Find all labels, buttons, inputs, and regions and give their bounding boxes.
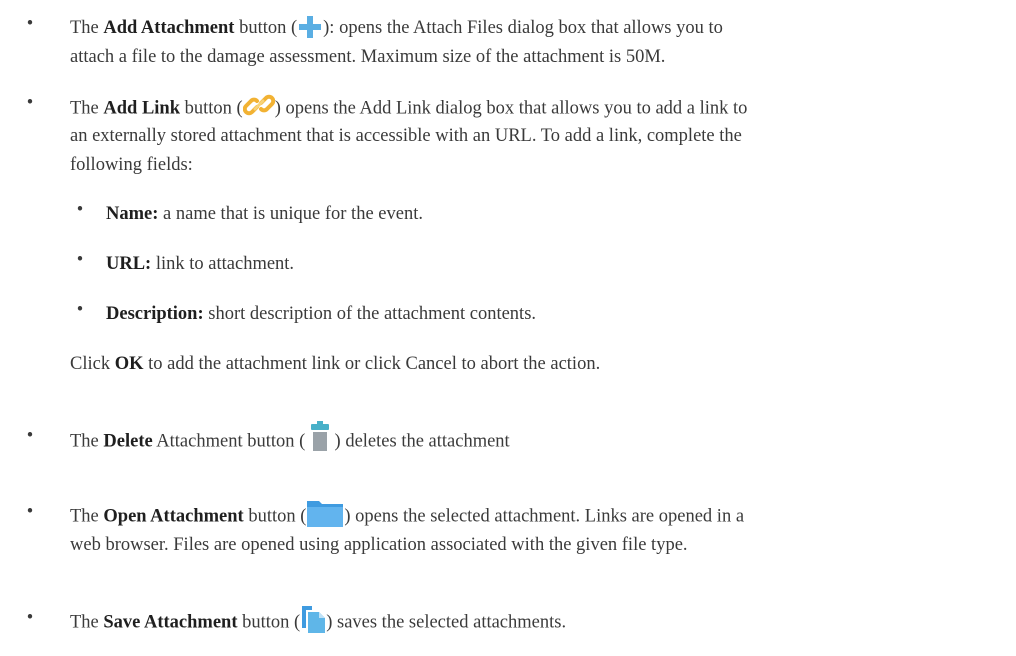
plus-icon xyxy=(297,14,323,40)
save-term: Save Attachment xyxy=(103,612,238,633)
folder-icon xyxy=(306,498,344,528)
field-url: URL: link to attachment. xyxy=(106,254,295,274)
click-ok-text: Click OK to add the attachment link or c… xyxy=(70,354,601,374)
bullet: • xyxy=(26,608,34,628)
add-link-term: Add Link xyxy=(103,98,181,119)
bullet: • xyxy=(26,14,34,34)
open-line-1: The Open Attachment button ( ) opens the… xyxy=(70,501,744,532)
bullet: • xyxy=(26,93,34,113)
sub-bullet: • xyxy=(76,250,84,270)
add-link-line-2: an externally stored attachment that is … xyxy=(70,126,742,146)
trash-icon xyxy=(310,420,330,452)
save-line-1: The Save Attachment button ( ) saves the… xyxy=(70,606,566,638)
add-link-line-3: following fields: xyxy=(70,155,193,175)
sub-bullet: • xyxy=(76,300,84,320)
add-attachment-line-1: The Add Attachment button ( ): opens the… xyxy=(70,14,723,42)
field-name: Name: a name that is unique for the even… xyxy=(106,204,423,224)
field-description: Description: short description of the at… xyxy=(106,304,537,324)
delete-line-1: The Delete Attachment button ( ) deletes… xyxy=(70,421,510,458)
add-attachment-term: Add Attachment xyxy=(103,18,235,38)
bullet: • xyxy=(26,426,34,446)
open-line-2: web browser. Files are opened using appl… xyxy=(70,535,688,555)
add-link-line-1: The Add Link button ( ) opens the Add Li… xyxy=(70,93,747,125)
sub-bullet: • xyxy=(76,200,84,220)
save-files-icon xyxy=(300,604,326,634)
chain-link-icon xyxy=(242,89,275,121)
bullet: • xyxy=(26,502,34,522)
open-term: Open Attachment xyxy=(103,506,244,527)
delete-term: Delete xyxy=(103,431,153,452)
add-attachment-line-2: attach a file to the damage assessment. … xyxy=(70,47,666,67)
